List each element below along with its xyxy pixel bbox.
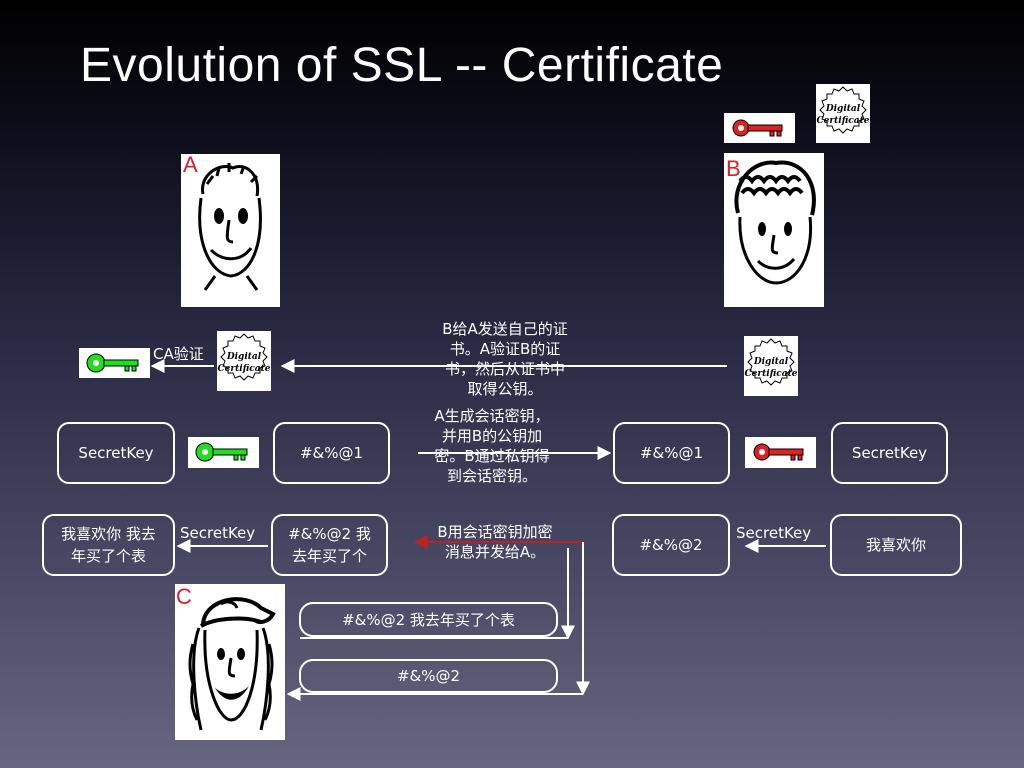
green-key-icon bbox=[86, 353, 139, 373]
certificate-seal-icon: Digital Certificate bbox=[745, 338, 798, 386]
svg-text:Certificate: Certificate bbox=[745, 369, 798, 379]
green-key-icon bbox=[195, 442, 248, 462]
b-plaintext-box: 我喜欢你 bbox=[830, 514, 962, 576]
a-plaintext-box: 我喜欢你 我去 年买了个表 bbox=[42, 514, 175, 576]
svg-text:Certificate: Certificate bbox=[218, 364, 271, 374]
svg-text:Digital: Digital bbox=[825, 104, 861, 114]
b-cipher2-box: #&%@2 bbox=[612, 514, 730, 576]
red-key-icon bbox=[753, 443, 804, 461]
b-secretkey-box: SecretKey bbox=[831, 422, 948, 484]
note-session-key: A生成会话密钥， 并用B的公钥加 密。B通过私钥得 到会话密钥。 bbox=[434, 407, 550, 485]
person-c-label: C bbox=[176, 584, 192, 609]
a-secretkey-box: SecretKey bbox=[57, 422, 175, 484]
intercepted-message-pill: #&%@2 bbox=[299, 659, 558, 693]
a-green-key-card bbox=[188, 437, 259, 468]
a-cipher2-box: #&%@2 我去年买了个 bbox=[271, 514, 388, 576]
ca-verify-label: CA验证 bbox=[153, 345, 204, 363]
b-secretkey-label: SecretKey bbox=[736, 524, 812, 542]
note-encrypt-message: B用会话密钥加密 消息并发给A。 bbox=[437, 523, 553, 561]
tampered-message-pill: #&%@2 我去年买了个表 bbox=[299, 602, 558, 637]
svg-text:Digital: Digital bbox=[226, 352, 262, 362]
red-key-icon bbox=[732, 119, 783, 137]
b-certificate-top: Digital Certificate bbox=[816, 84, 870, 143]
a-public-key-card bbox=[79, 348, 150, 378]
b-cipher1-box: #&%@1 bbox=[613, 422, 730, 484]
certificate-seal-icon: Digital Certificate bbox=[218, 333, 271, 381]
b-certificate-sent: Digital Certificate bbox=[744, 336, 798, 396]
b-red-key-card bbox=[745, 437, 816, 468]
a-secretkey-label: SecretKey bbox=[180, 524, 256, 542]
person-a-label: A bbox=[183, 152, 198, 177]
b-private-key-card bbox=[724, 113, 795, 143]
svg-text:Digital: Digital bbox=[753, 357, 789, 367]
svg-text:Certificate: Certificate bbox=[817, 116, 870, 126]
a-certificate-received: Digital Certificate bbox=[217, 331, 271, 391]
certificate-seal-icon: Digital Certificate bbox=[817, 86, 870, 134]
note-send-certificate: B给A发送自己的证 书。A验证B的证 书，然后从证书中 取得公钥。 bbox=[442, 320, 568, 398]
a-cipher1-box: #&%@1 bbox=[273, 422, 390, 484]
person-b-label: B bbox=[726, 156, 741, 181]
